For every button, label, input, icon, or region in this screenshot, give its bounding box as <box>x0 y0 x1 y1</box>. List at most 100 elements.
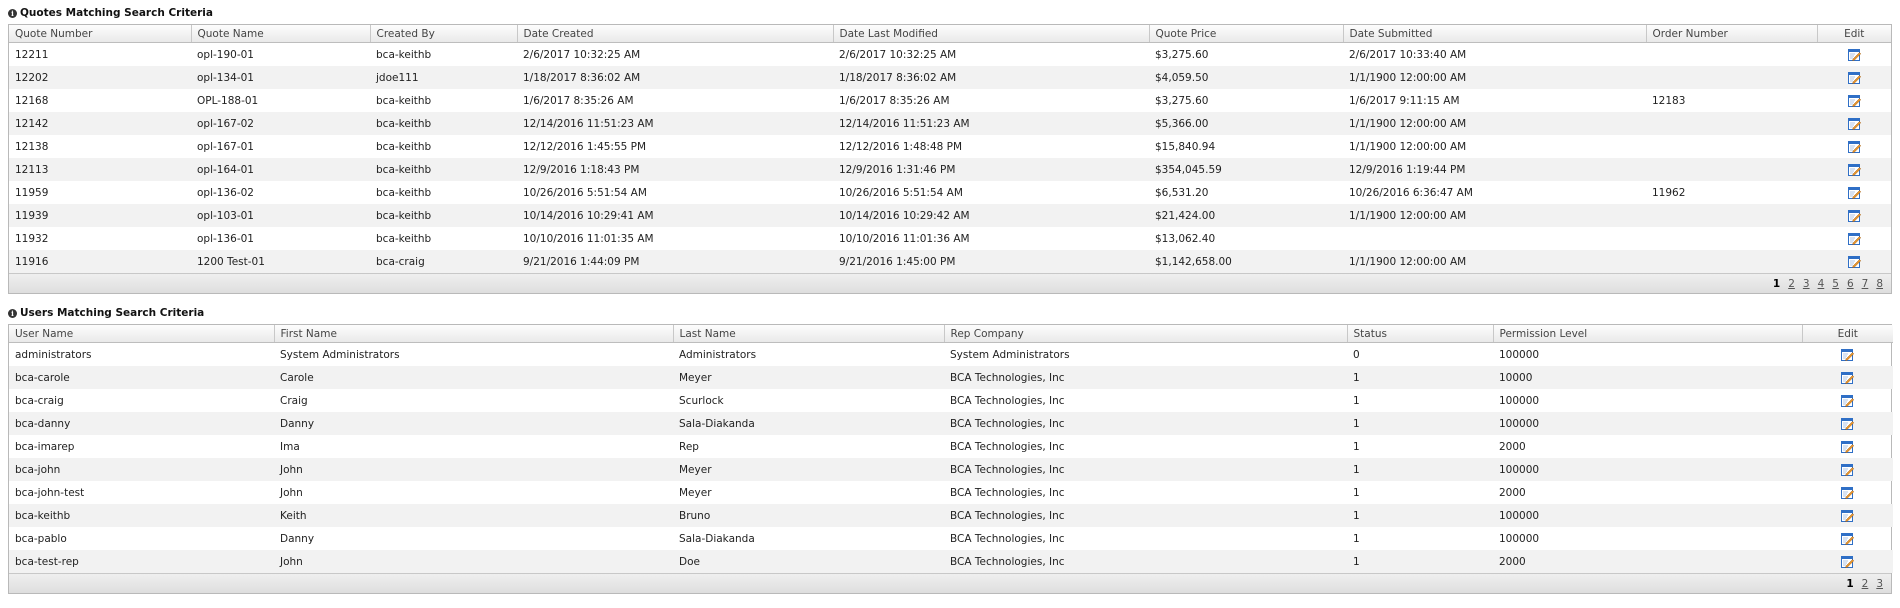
edit-icon[interactable] <box>1841 371 1854 384</box>
quotes-column-header-edit[interactable]: Edit <box>1817 25 1891 43</box>
users-cell-last-name: Meyer <box>673 458 944 481</box>
users-cell-rep-company: BCA Technologies, Inc <box>944 366 1347 389</box>
users-section-header: i Users Matching Search Criteria <box>8 305 1892 321</box>
page-link-2[interactable]: 2 <box>1788 278 1795 290</box>
edit-icon[interactable] <box>1847 94 1861 107</box>
edit-icon[interactable] <box>1841 348 1854 361</box>
edit-button[interactable] <box>1817 135 1891 158</box>
table-row: 12113 opl-164-01 bca-keithb 12/9/2016 1:18:… <box>9 158 1891 181</box>
table-row: bca-test-rep John Doe BCA Technologies, Inc… <box>9 550 1893 573</box>
quotes-header-row: Quote Number Quote Name Created By Date Cre… <box>9 25 1891 43</box>
page-link-5[interactable]: 5 <box>1832 278 1839 290</box>
edit-icon[interactable] <box>1841 440 1854 453</box>
quotes-cell-date-submitted: 1/6/2017 9:11:15 AM <box>1349 94 1460 107</box>
edit-button[interactable] <box>1802 458 1893 481</box>
users-cell-last-name: Rep <box>679 440 699 453</box>
edit-button[interactable] <box>1817 250 1891 273</box>
page-link-8[interactable]: 8 <box>1876 278 1883 290</box>
quotes-column-header-quote-number[interactable]: Quote Number <box>9 25 192 43</box>
edit-button[interactable] <box>1817 227 1891 250</box>
edit-icon[interactable] <box>1841 555 1854 568</box>
quotes-column-header-order-number[interactable]: Order Number <box>1646 25 1818 43</box>
quotes-cell-quote-number: 12168 <box>15 94 49 107</box>
quotes-table: Quote Number Quote Name Created By Date Cre… <box>9 25 1891 273</box>
users-cell-user-name: bca-craig <box>15 394 64 407</box>
quotes-cell-date-created: 12/14/2016 11:51:23 AM <box>517 112 833 135</box>
edit-icon[interactable] <box>1841 394 1854 407</box>
users-column-header-user-name[interactable]: User Name <box>9 325 275 343</box>
quotes-column-header-created-by[interactable]: Created By <box>370 25 518 43</box>
info-icon: i <box>8 8 17 18</box>
quotes-cell-created-by: bca-keithb <box>370 204 517 227</box>
quotes-cell-created-by: bca-craig <box>370 250 517 273</box>
table-row: 12142 opl-167-02 bca-keithb 12/14/2016 11:5… <box>9 112 1891 135</box>
page-link-7[interactable]: 7 <box>1862 278 1869 290</box>
quotes-column-header-date-submitted[interactable]: Date Submitted <box>1343 25 1647 43</box>
quotes-column-header-quote-price[interactable]: Quote Price <box>1149 25 1344 43</box>
quotes-cell-quote-price: $15,840.94 <box>1155 140 1216 153</box>
users-cell-rep-company: BCA Technologies, Inc <box>950 394 1065 407</box>
edit-icon[interactable] <box>1847 163 1861 176</box>
edit-button[interactable] <box>1802 481 1893 504</box>
edit-button[interactable] <box>1817 204 1891 227</box>
edit-button[interactable] <box>1802 343 1893 367</box>
edit-icon[interactable] <box>1847 232 1861 245</box>
edit-icon[interactable] <box>1847 71 1861 84</box>
edit-button[interactable] <box>1802 366 1893 389</box>
edit-icon[interactable] <box>1847 140 1861 153</box>
edit-icon[interactable] <box>1847 117 1861 130</box>
edit-button[interactable] <box>1817 112 1891 135</box>
edit-button[interactable] <box>1802 412 1893 435</box>
edit-button[interactable] <box>1802 389 1893 412</box>
users-cell-user-name: bca-danny <box>9 412 274 435</box>
users-column-header-edit[interactable]: Edit <box>1802 325 1893 343</box>
quotes-section-title: Quotes Matching Search Criteria <box>20 7 213 19</box>
quotes-cell-quote-price: $3,275.60 <box>1155 48 1209 61</box>
edit-icon[interactable] <box>1841 463 1854 476</box>
quotes-column-header-date-last-modified[interactable]: Date Last Modified <box>833 25 1150 43</box>
edit-icon[interactable] <box>1841 509 1854 522</box>
page-link-1[interactable]: 1 <box>1773 278 1780 290</box>
page-link-2[interactable]: 2 <box>1862 578 1869 590</box>
table-row: 12138 opl-167-01 bca-keithb 12/12/2016 1:45… <box>9 135 1891 158</box>
edit-button[interactable] <box>1802 504 1893 527</box>
edit-button[interactable] <box>1802 550 1893 573</box>
users-cell-first-name: John <box>274 458 673 481</box>
page-link-1[interactable]: 1 <box>1846 578 1853 590</box>
edit-button[interactable] <box>1802 435 1893 458</box>
users-cell-user-name: bca-test-rep <box>9 550 274 573</box>
edit-button[interactable] <box>1817 66 1891 89</box>
users-column-header-permission-level[interactable]: Permission Level <box>1493 325 1803 343</box>
page-link-3[interactable]: 3 <box>1876 578 1883 590</box>
edit-icon[interactable] <box>1841 532 1854 545</box>
edit-icon[interactable] <box>1847 255 1861 268</box>
users-cell-rep-company: BCA Technologies, Inc <box>944 504 1347 527</box>
quotes-cell-date-created: 10/26/2016 5:51:54 AM <box>523 186 647 199</box>
edit-icon[interactable] <box>1841 417 1854 430</box>
users-column-header-status[interactable]: Status <box>1347 325 1494 343</box>
table-row: bca-danny Danny Sala-Diakanda BCA Technolog… <box>9 412 1893 435</box>
quotes-cell-quote-price: $6,531.20 <box>1155 186 1209 199</box>
edit-button[interactable] <box>1817 89 1891 112</box>
edit-icon[interactable] <box>1847 186 1861 199</box>
page-link-4[interactable]: 4 <box>1818 278 1825 290</box>
quotes-column-header-date-created[interactable]: Date Created <box>517 25 834 43</box>
users-column-header-rep-company[interactable]: Rep Company <box>944 325 1348 343</box>
users-column-header-first-name[interactable]: First Name <box>274 325 674 343</box>
page-link-3[interactable]: 3 <box>1803 278 1810 290</box>
edit-icon[interactable] <box>1847 209 1861 222</box>
quotes-cell-order-number <box>1646 43 1817 67</box>
edit-icon[interactable] <box>1847 48 1861 61</box>
page-link-6[interactable]: 6 <box>1847 278 1854 290</box>
edit-button[interactable] <box>1817 158 1891 181</box>
quotes-section-header: i Quotes Matching Search Criteria <box>8 5 1892 21</box>
users-cell-user-name: bca-carole <box>9 366 274 389</box>
edit-button[interactable] <box>1817 181 1891 204</box>
edit-button[interactable] <box>1817 43 1891 67</box>
quotes-cell-date-created: 9/21/2016 1:44:09 PM <box>517 250 833 273</box>
quotes-column-header-quote-name[interactable]: Quote Name <box>191 25 371 43</box>
users-column-header-last-name[interactable]: Last Name <box>673 325 945 343</box>
edit-button[interactable] <box>1802 527 1893 550</box>
edit-icon[interactable] <box>1841 486 1854 499</box>
quotes-cell-order-number <box>1646 250 1817 273</box>
